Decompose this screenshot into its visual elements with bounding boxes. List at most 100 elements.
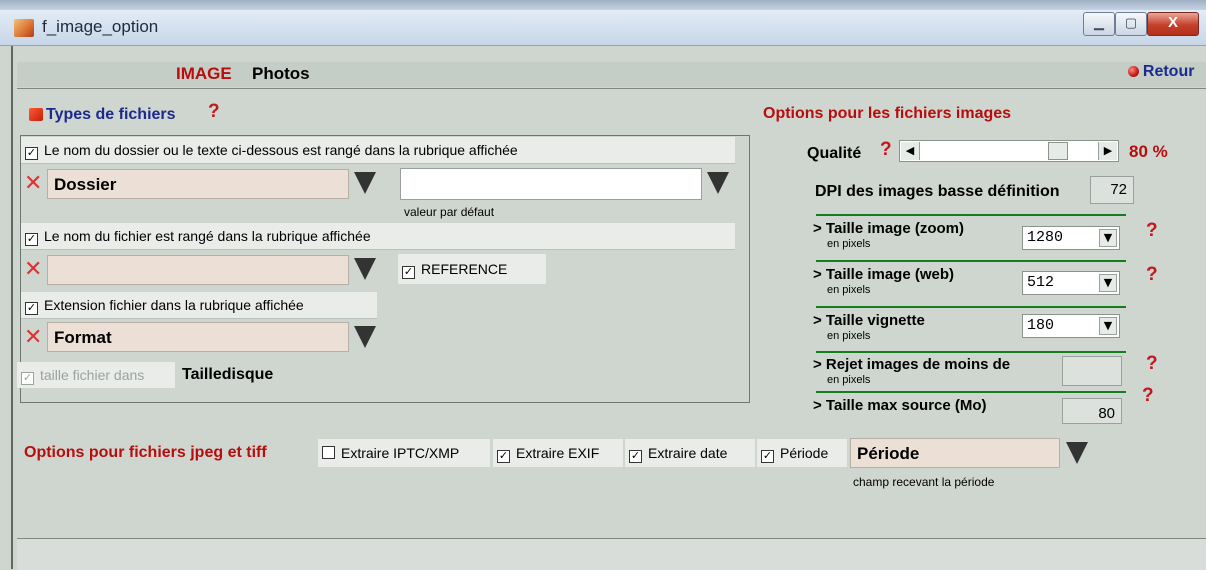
chevron-down-icon[interactable]: ▼: [1099, 317, 1117, 335]
iptc-row[interactable]: Extraire IPTC/XMP: [318, 439, 490, 467]
dpi-label: DPI des images basse définition: [815, 183, 1060, 200]
max-label: > Taille max source (Mo): [813, 397, 987, 414]
dossier-dropdown-icon[interactable]: [354, 172, 376, 194]
slider-right-arrow-icon[interactable]: ▶: [1098, 142, 1117, 160]
slider-thumb[interactable]: [1048, 142, 1068, 160]
fichier-row[interactable]: ✓ Le nom du fichier est rangé dans la rub…: [21, 223, 735, 250]
green-rule: [816, 391, 1126, 393]
reference-checkbox[interactable]: ✓: [402, 266, 415, 279]
periode-checkbox[interactable]: ✓: [761, 450, 774, 463]
default-value-caption: valeur par défaut: [404, 205, 495, 219]
dossier-check-label: Le nom du dossier ou le texte ci-dessous…: [44, 142, 518, 158]
retour-label: Retour: [1142, 63, 1195, 80]
retour-button[interactable]: Retour: [1128, 63, 1194, 81]
taille-checkbox[interactable]: ✓: [21, 372, 34, 385]
periode-caption: champ recevant la période: [853, 475, 995, 489]
zoom-help-icon[interactable]: ?: [1146, 220, 1158, 242]
periode-label: Période: [780, 445, 829, 461]
iptc-checkbox[interactable]: [322, 446, 335, 459]
date-label: Extraire date: [648, 445, 728, 461]
exif-checkbox[interactable]: ✓: [497, 450, 510, 463]
rejet-help-icon[interactable]: ?: [1146, 353, 1158, 375]
dossier-row[interactable]: ✓ Le nom du dossier ou le texte ci-dessou…: [21, 137, 735, 164]
types-title: Types de fichiers: [46, 106, 176, 123]
maximize-button[interactable]: ▢: [1115, 12, 1147, 36]
date-checkbox[interactable]: ✓: [629, 450, 642, 463]
status-bar: [17, 538, 1206, 570]
red-dot-icon: [1128, 66, 1139, 77]
reference-row[interactable]: ✓ REFERENCE: [398, 254, 546, 284]
qualite-help-icon[interactable]: ?: [880, 139, 892, 161]
chevron-down-icon[interactable]: ▼: [1099, 274, 1117, 292]
rejet-label: > Rejet images de moins de: [813, 356, 1011, 373]
rejet-input[interactable]: [1062, 356, 1122, 386]
minimize-button[interactable]: ▁: [1083, 12, 1115, 36]
format-field[interactable]: Format: [47, 322, 349, 352]
qualite-slider[interactable]: ◀ ▶: [899, 140, 1119, 162]
vignette-sub: en pixels: [827, 330, 871, 342]
web-sub: en pixels: [827, 284, 871, 296]
clear-x-icon[interactable]: ✕: [24, 258, 42, 280]
zoom-sub: en pixels: [827, 238, 871, 250]
zoom-select[interactable]: 1280 ▼: [1022, 226, 1120, 250]
taille-value: Tailledisque: [182, 366, 274, 383]
web-label: > Taille image (web): [813, 266, 955, 283]
reference-label: REFERENCE: [421, 261, 508, 277]
extension-row[interactable]: ✓ Extension fichier dans la rubrique affi…: [21, 292, 377, 319]
title-bar[interactable]: [0, 10, 1206, 46]
taille-check-label: taille fichier dans: [40, 367, 145, 383]
format-dropdown-icon[interactable]: [354, 326, 376, 348]
desktop-strip: [0, 0, 1206, 10]
web-select[interactable]: 512 ▼: [1022, 271, 1120, 295]
exif-label: Extraire EXIF: [516, 445, 600, 461]
green-rule: [816, 306, 1126, 308]
window-title: f_image_option: [42, 17, 159, 36]
types-help-icon[interactable]: ?: [208, 101, 220, 123]
periode-dropdown-icon[interactable]: [1066, 442, 1088, 464]
green-rule: [816, 351, 1126, 353]
vignette-select[interactable]: 180 ▼: [1022, 314, 1120, 338]
vignette-select-value: 180: [1027, 317, 1055, 334]
fichier-field[interactable]: [47, 255, 349, 285]
fichier-dropdown-icon[interactable]: [354, 258, 376, 280]
close-button[interactable]: X: [1147, 12, 1199, 36]
slider-left-arrow-icon[interactable]: ◀: [901, 142, 920, 160]
green-rule: [816, 260, 1126, 262]
dossier-checkbox[interactable]: ✓: [25, 147, 38, 160]
dossier-field[interactable]: Dossier: [47, 169, 349, 199]
green-rule: [816, 214, 1126, 216]
jpeg-options-title: Options pour fichiers jpeg et tiff: [24, 444, 267, 461]
clear-x-icon[interactable]: ✕: [24, 172, 42, 194]
qualite-label: Qualité: [807, 145, 862, 162]
extension-check-label: Extension fichier dans la rubrique affic…: [44, 297, 304, 313]
zoom-select-value: 1280: [1027, 229, 1064, 246]
chevron-down-icon[interactable]: ▼: [1099, 229, 1117, 247]
header-photos-label: Photos: [252, 64, 310, 83]
web-select-value: 512: [1027, 274, 1055, 291]
exif-row[interactable]: ✓ Extraire EXIF: [493, 439, 623, 467]
box-icon: [29, 108, 43, 121]
default-value-dropdown-icon[interactable]: [707, 172, 729, 194]
date-row[interactable]: ✓ Extraire date: [625, 439, 755, 467]
periode-field[interactable]: Période: [850, 438, 1060, 468]
zoom-label: > Taille image (zoom): [813, 220, 965, 237]
fichier-checkbox[interactable]: ✓: [25, 233, 38, 246]
max-input[interactable]: 80: [1062, 398, 1122, 424]
header-image-label: IMAGE: [176, 64, 232, 83]
periode-row[interactable]: ✓ Période: [757, 439, 847, 467]
vignette-label: > Taille vignette: [813, 312, 925, 329]
header-divider: [17, 88, 1206, 89]
extension-checkbox[interactable]: ✓: [25, 302, 38, 315]
dpi-input[interactable]: 72: [1090, 176, 1134, 204]
max-help-icon[interactable]: ?: [1142, 385, 1154, 407]
qualite-value-text: 80 %: [1129, 142, 1168, 161]
options-images-title: Options pour les fichiers images: [763, 105, 1012, 122]
rejet-sub: en pixels: [827, 374, 871, 386]
iptc-label: Extraire IPTC/XMP: [341, 445, 460, 461]
web-help-icon[interactable]: ?: [1146, 264, 1158, 286]
app-icon: [14, 19, 34, 37]
default-value-input[interactable]: [400, 168, 702, 200]
clear-x-icon[interactable]: ✕: [24, 326, 42, 348]
taille-row[interactable]: ✓ taille fichier dans: [17, 362, 175, 388]
fichier-check-label: Le nom du fichier est rangé dans la rubr…: [44, 228, 371, 244]
